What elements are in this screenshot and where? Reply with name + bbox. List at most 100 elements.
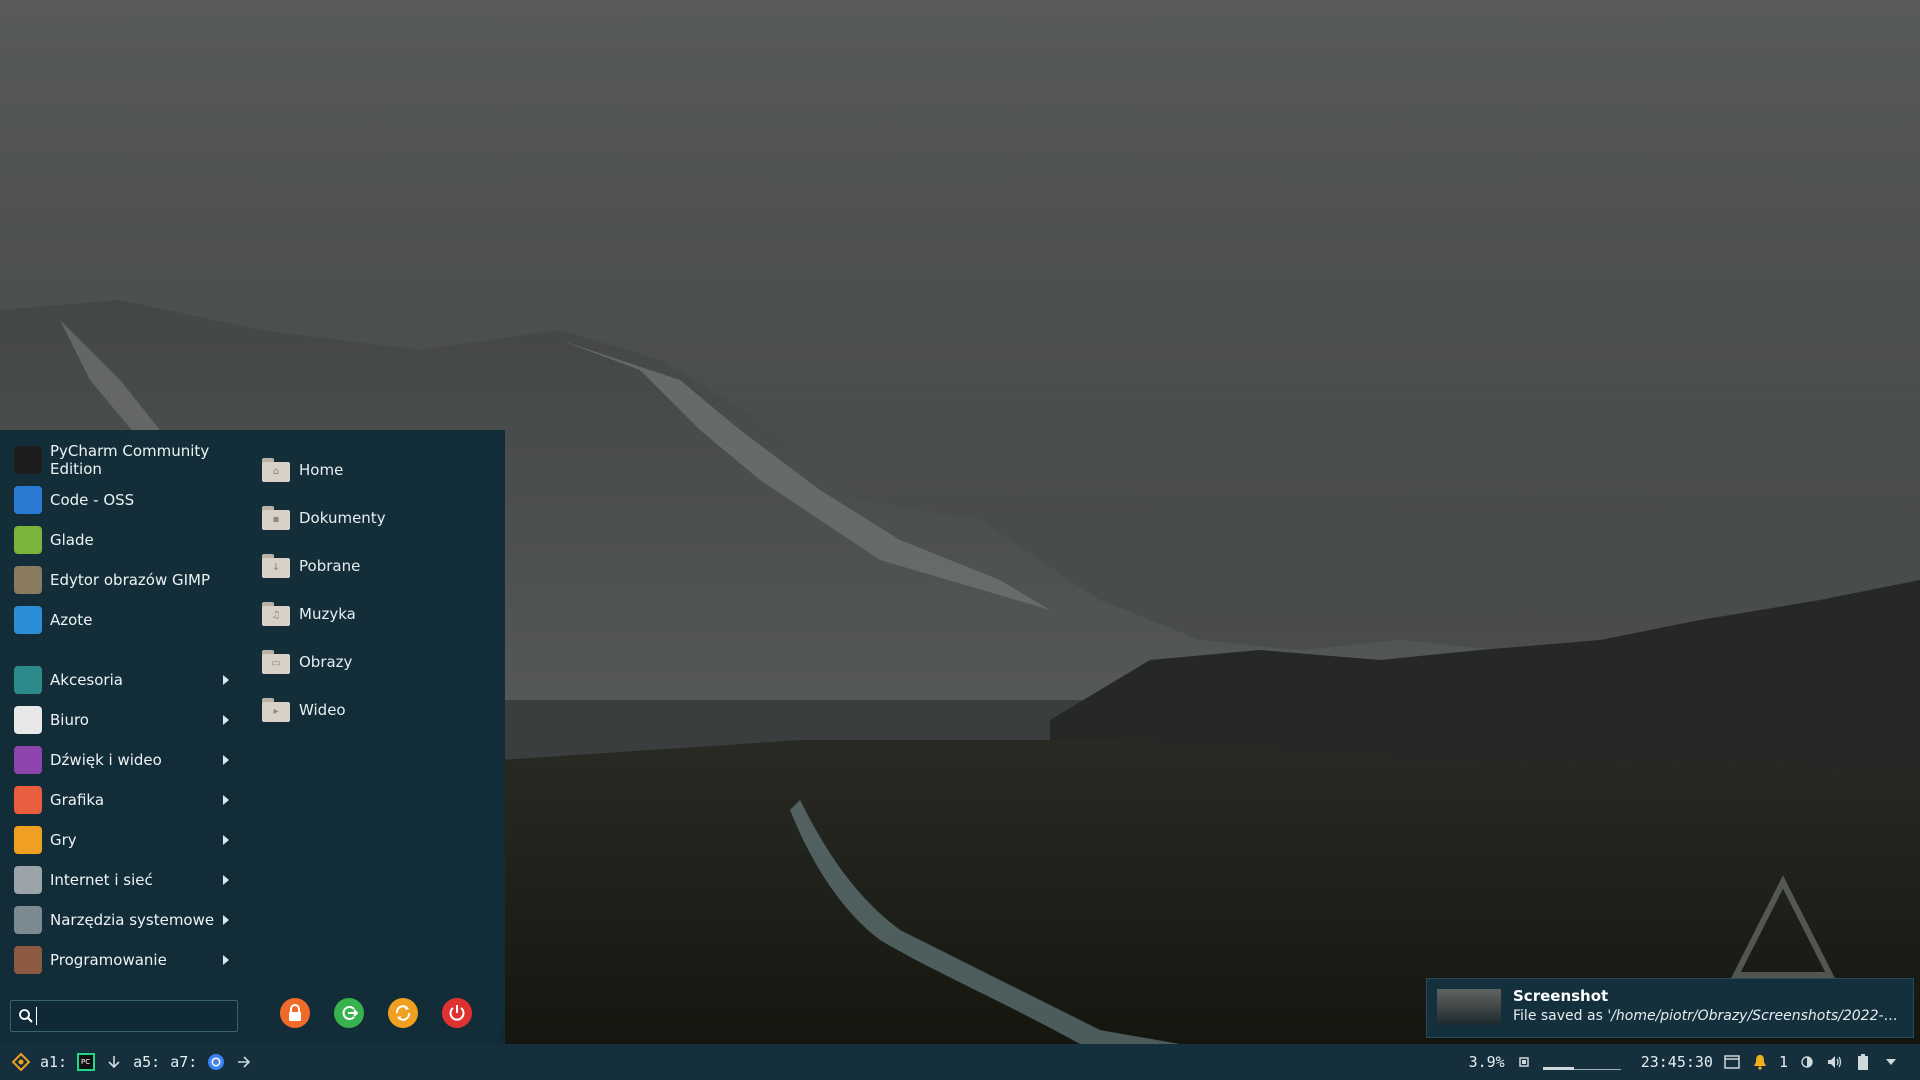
menu-item-gimp[interactable]: Edytor obrazów GIMP <box>0 560 245 600</box>
lock-button[interactable] <box>280 998 310 1028</box>
place-home[interactable]: ⌂ Home <box>262 446 492 494</box>
submenu-arrow-icon <box>223 875 229 885</box>
menu-item-label: Code - OSS <box>50 491 135 509</box>
menu-item-games[interactable]: Gry <box>0 820 245 860</box>
search-box[interactable] <box>10 1000 238 1032</box>
menu-separator <box>0 640 245 660</box>
menu-item-system-tools[interactable]: Narzędzia systemowe <box>0 900 245 940</box>
submenu-arrow-icon <box>223 955 229 965</box>
place-label: Pobrane <box>299 557 361 575</box>
place-label: Wideo <box>299 701 346 719</box>
system-tools-icon <box>14 906 42 934</box>
glade-icon <box>14 526 42 554</box>
azote-icon <box>14 606 42 634</box>
cpu-icon <box>1515 1053 1533 1071</box>
place-label: Muzyka <box>299 605 356 623</box>
cpu-usage: 3.9% <box>1468 1053 1505 1071</box>
place-pictures[interactable]: ▭ Obrazy <box>262 638 492 686</box>
memory-meter-fill <box>1542 1066 1574 1070</box>
office-icon <box>14 706 42 734</box>
restart-icon <box>395 1005 411 1021</box>
logout-button[interactable] <box>334 998 364 1028</box>
screenshot-thumbnail <box>1437 989 1501 1025</box>
folder-icon: ▸ <box>262 698 290 722</box>
submenu-arrow-icon <box>223 715 229 725</box>
accessories-icon <box>14 666 42 694</box>
menu-item-label: Dźwięk i wideo <box>50 751 162 769</box>
power-button[interactable] <box>442 998 472 1028</box>
submenu-arrow-icon <box>223 795 229 805</box>
place-downloads[interactable]: ↓ Pobrane <box>262 542 492 590</box>
app-list: PyCharm Community Edition Code - OSS Glade… <box>0 440 245 980</box>
folder-icon: ▪ <box>262 506 290 530</box>
network-icon <box>14 866 42 894</box>
battery-icon[interactable] <box>1854 1053 1872 1071</box>
folder-icon: ⌂ <box>262 458 290 482</box>
taskbar: a1: PC a5: a7: 3.9% 23:45:30 1 <box>0 1044 1920 1080</box>
place-documents[interactable]: ▪ Dokumenty <box>262 494 492 542</box>
svg-text:PC: PC <box>81 1058 90 1066</box>
text-cursor <box>36 1007 37 1025</box>
start-menu: PyCharm Community Edition Code - OSS Glade… <box>0 430 505 1044</box>
bell-icon[interactable] <box>1751 1053 1769 1071</box>
gimp-icon <box>14 566 42 594</box>
place-videos[interactable]: ▸ Wideo <box>262 686 492 734</box>
menu-item-network[interactable]: Internet i sieć <box>0 860 245 900</box>
submenu-arrow-icon <box>223 755 229 765</box>
session-buttons <box>280 998 472 1028</box>
folder-icon: ↓ <box>262 554 290 578</box>
menu-item-development[interactable]: Programowanie <box>0 940 245 980</box>
menu-item-code-oss[interactable]: Code - OSS <box>0 480 245 520</box>
workspace-7[interactable]: a7: <box>170 1053 197 1071</box>
menu-item-pycharm[interactable]: PyCharm Community Edition <box>0 440 245 480</box>
pycharm-icon <box>14 446 42 474</box>
place-music[interactable]: ♫ Muzyka <box>262 590 492 638</box>
places-list: ⌂ Home ▪ Dokumenty ↓ Pobrane ♫ Muzyka ▭ Obrazy ▸ Wi… <box>262 446 492 734</box>
notification-body-path: '/home/piotr/Obrazy/Screenshots/2022-0..… <box>1607 1008 1903 1024</box>
menu-launcher-icon[interactable] <box>12 1053 30 1071</box>
clock[interactable]: 23:45:30 <box>1641 1053 1713 1071</box>
menu-item-multimedia[interactable]: Dźwięk i wideo <box>0 740 245 780</box>
search-icon <box>19 1009 33 1023</box>
menu-item-label: Programowanie <box>50 951 167 969</box>
menu-item-graphics[interactable]: Grafika <box>0 780 245 820</box>
menu-item-office[interactable]: Biuro <box>0 700 245 740</box>
restart-button[interactable] <box>388 998 418 1028</box>
folder-icon: ♫ <box>262 602 290 626</box>
menu-item-azote[interactable]: Azote <box>0 600 245 640</box>
volume-icon[interactable] <box>1826 1053 1844 1071</box>
place-label: Home <box>299 461 344 479</box>
workspace-5[interactable]: a5: <box>133 1053 160 1071</box>
lock-icon <box>289 1004 301 1021</box>
menu-item-label: Grafika <box>50 791 105 809</box>
brightness-icon[interactable] <box>1798 1053 1816 1071</box>
menu-item-label: Biuro <box>50 711 89 729</box>
arrow-down-icon <box>105 1053 123 1071</box>
menu-item-accessories[interactable]: Akcesoria <box>0 660 245 700</box>
development-icon <box>14 946 42 974</box>
submenu-arrow-icon <box>223 835 229 845</box>
logout-icon <box>342 1006 358 1020</box>
chrome-taskbar-icon[interactable] <box>207 1053 225 1071</box>
window-icon[interactable] <box>1723 1053 1741 1071</box>
folder-icon: ▭ <box>262 650 290 674</box>
place-label: Dokumenty <box>299 509 386 527</box>
notification-popup[interactable]: Screenshot File saved as '/home/piotr/Ob… <box>1426 978 1914 1038</box>
search-input[interactable] <box>41 1006 235 1026</box>
menu-item-glade[interactable]: Glade <box>0 520 245 560</box>
notification-body: File saved as '/home/piotr/Obrazy/Screen… <box>1513 1008 1903 1024</box>
menu-item-label: Azote <box>50 611 93 629</box>
workspace-1[interactable]: a1: <box>40 1053 67 1071</box>
menu-item-label: Edytor obrazów GIMP <box>50 571 211 589</box>
memory-meter <box>1542 1055 1621 1070</box>
notification-count: 1 <box>1778 1053 1788 1071</box>
power-icon <box>449 1005 465 1021</box>
graphics-icon <box>14 786 42 814</box>
menu-item-label: Internet i sieć <box>50 871 153 889</box>
multimedia-icon <box>14 746 42 774</box>
place-label: Obrazy <box>299 653 353 671</box>
notification-title: Screenshot <box>1513 987 1609 1005</box>
submenu-arrow-icon <box>223 675 229 685</box>
pycharm-taskbar-icon[interactable]: PC <box>77 1053 96 1071</box>
tray-dropdown-icon[interactable] <box>1882 1053 1900 1071</box>
